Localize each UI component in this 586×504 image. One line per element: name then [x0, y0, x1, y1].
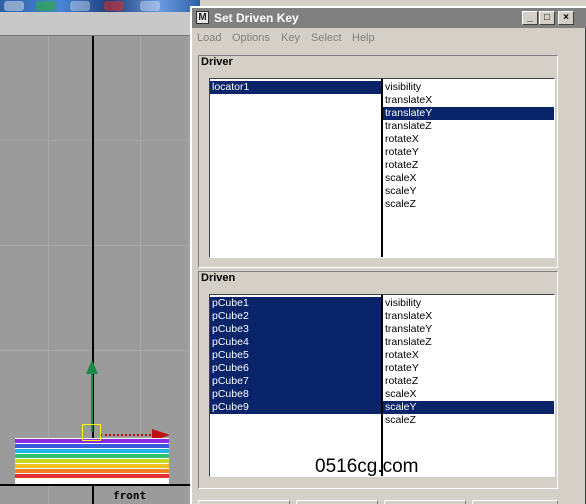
driven-object-item[interactable]: pCube3 [210, 323, 381, 336]
driver-attribute-item[interactable]: rotateY [383, 146, 554, 159]
driven-attribute-item[interactable]: translateZ [383, 336, 554, 349]
minimize-button[interactable]: _ [522, 11, 538, 25]
camera-label: front [113, 489, 147, 502]
driven-attribute-item[interactable]: scaleX [383, 388, 554, 401]
menu-help[interactable]: Help [352, 32, 375, 44]
cube-stack[interactable] [15, 438, 169, 484]
driven-object-item[interactable]: pCube1 [210, 297, 381, 310]
menu-options[interactable]: Options [232, 32, 270, 44]
driven-object-item[interactable]: pCube2 [210, 310, 381, 323]
grid-line [0, 140, 200, 141]
cube-slice[interactable] [15, 444, 169, 448]
grid-line [48, 36, 49, 504]
driven-attribute-item[interactable]: scaleZ [383, 414, 554, 427]
front-viewport[interactable]: front [0, 0, 200, 504]
grid-line [0, 350, 200, 351]
grid-line [0, 245, 200, 246]
driver-attribute-item[interactable]: translateX [383, 94, 554, 107]
cube-slice[interactable] [15, 464, 169, 468]
menu-select[interactable]: Select [311, 32, 342, 44]
viewport-menu-strip [0, 12, 200, 36]
cube-slice[interactable] [15, 454, 169, 458]
move-x-handle[interactable] [100, 434, 155, 436]
driver-list[interactable]: locator1 visibility translateX translateY t… [209, 78, 555, 258]
driven-attribute-item[interactable]: rotateX [383, 349, 554, 362]
driver-attribute-item[interactable]: scaleZ [383, 198, 554, 211]
driven-attribute-item[interactable]: scaleY [383, 401, 554, 414]
driven-attribute-item[interactable]: rotateY [383, 362, 554, 375]
set-driven-key-dialog: M Set Driven Key _ □ × Load Options Key … [190, 6, 586, 504]
driver-object-list[interactable]: locator1 [210, 81, 381, 94]
dialog-button[interactable] [472, 500, 558, 504]
driven-attribute-item[interactable]: visibility [383, 297, 554, 310]
locator-manipulator-box[interactable] [82, 424, 101, 441]
move-y-arrow-icon[interactable] [86, 360, 98, 374]
dialog-button[interactable] [296, 500, 378, 504]
driven-object-item[interactable]: pCube4 [210, 336, 381, 349]
driven-attribute-list[interactable]: visibility translateX translateY translateZ… [383, 297, 554, 427]
grid-line [188, 36, 189, 504]
driven-list[interactable]: pCube1 pCube2 pCube3 pCube4 pCube5 pCube6 pCub… [209, 294, 555, 477]
driver-attribute-list[interactable]: visibility translateX translateY translateZ… [383, 81, 554, 211]
driven-object-item[interactable]: pCube8 [210, 388, 381, 401]
maya-app-icon[interactable]: M [196, 11, 209, 24]
maximize-button[interactable]: □ [539, 11, 555, 25]
driver-attribute-item[interactable]: visibility [383, 81, 554, 94]
driver-object-item[interactable]: locator1 [210, 81, 381, 94]
dialog-button[interactable] [198, 500, 290, 504]
driver-attribute-item[interactable]: scaleX [383, 172, 554, 185]
driven-object-item[interactable]: pCube9 [210, 401, 381, 414]
watermark-text: 0516cg.com [315, 456, 419, 477]
driven-object-item[interactable]: pCube7 [210, 375, 381, 388]
cube-slice[interactable] [15, 474, 169, 478]
move-y-handle[interactable] [91, 372, 93, 432]
shelf-toolbar[interactable] [0, 0, 200, 12]
driver-attribute-item[interactable]: translateY [383, 107, 554, 120]
x-axis-line [0, 484, 200, 486]
dialog-button[interactable] [384, 500, 466, 504]
cube-slice[interactable] [15, 469, 169, 473]
menu-bar: Load Options Key Select Help [192, 30, 586, 48]
driven-attribute-item[interactable]: rotateZ [383, 375, 554, 388]
close-button[interactable]: × [558, 11, 574, 25]
cube-slice[interactable] [15, 459, 169, 463]
driver-attribute-item[interactable]: rotateX [383, 133, 554, 146]
driven-object-item[interactable]: pCube6 [210, 362, 381, 375]
driven-label: Driven [201, 272, 236, 284]
driver-label: Driver [201, 56, 233, 68]
driver-attribute-item[interactable]: rotateZ [383, 159, 554, 172]
driven-attribute-item[interactable]: translateY [383, 323, 554, 336]
driven-attribute-item[interactable]: translateX [383, 310, 554, 323]
window-title: Set Driven Key [214, 11, 299, 25]
menu-key[interactable]: Key [281, 32, 300, 44]
driven-object-list[interactable]: pCube1 pCube2 pCube3 pCube4 pCube5 pCube6 pCub… [210, 297, 381, 414]
cube-slice[interactable] [15, 449, 169, 453]
title-bar[interactable]: M Set Driven Key _ □ × [192, 8, 586, 28]
driven-object-item[interactable]: pCube5 [210, 349, 381, 362]
driver-attribute-item[interactable]: scaleY [383, 185, 554, 198]
driver-attribute-item[interactable]: translateZ [383, 120, 554, 133]
menu-load[interactable]: Load [197, 32, 221, 44]
